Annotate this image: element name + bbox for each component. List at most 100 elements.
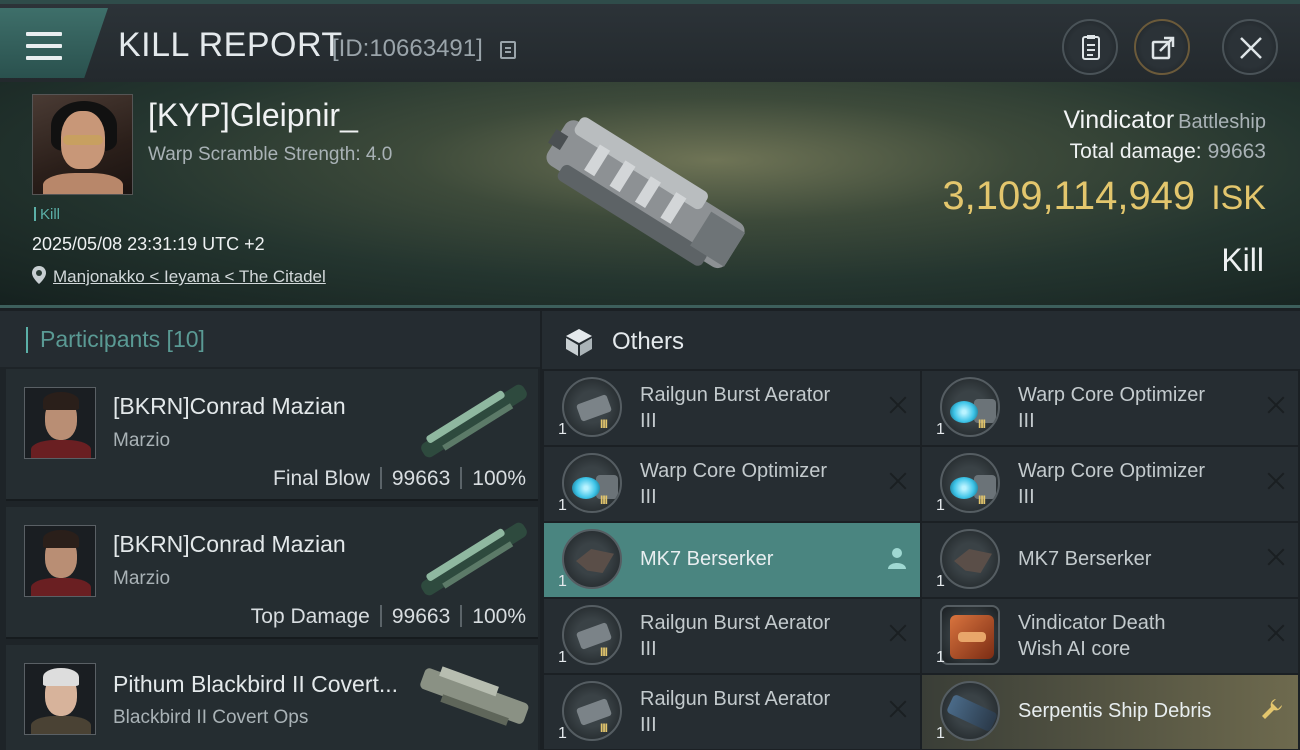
- participant-avatar: [24, 525, 96, 597]
- share-button[interactable]: [1134, 19, 1190, 75]
- participant-damage: 99663: [391, 467, 451, 490]
- item-quantity: 1: [558, 649, 567, 666]
- participant-row[interactable]: [BKRN]Conrad Mazian Marzio Final Blow 996…: [6, 369, 538, 501]
- item-tier: III: [978, 493, 986, 507]
- destroyed-x-icon: [888, 699, 908, 719]
- clipboard-button[interactable]: [1062, 19, 1118, 75]
- item-tier: III: [600, 417, 608, 431]
- item-slot[interactable]: 1 III Warp Core Optimizer III: [922, 371, 1298, 445]
- warp-core-icon: [940, 377, 1000, 437]
- participant-name: [BKRN]Conrad Mazian: [113, 393, 346, 419]
- victim-ship-image: [546, 117, 746, 269]
- item-quantity: 1: [558, 421, 567, 438]
- participant-percent: 100%: [472, 605, 526, 628]
- participants-tab[interactable]: Participants [10]: [0, 311, 540, 367]
- kill-banner: [KYP]Gleipnir_ Warp Scramble Strength: 4…: [0, 82, 1300, 308]
- kill-date: 2025/05/08 23:31:19 UTC +2: [32, 234, 265, 254]
- isk-value: 3,109,114,949 ISK: [942, 174, 1266, 219]
- others-panel: Others 1 III Railgun Burst Aerator III 1 …: [542, 311, 1300, 750]
- participant-corp: Blackbird II Covert Ops: [113, 707, 309, 728]
- share-icon: [1151, 36, 1175, 60]
- drone-icon: [940, 529, 1000, 589]
- participant-percent: 100%: [472, 467, 526, 490]
- total-damage: Total damage: 99663: [1070, 140, 1266, 164]
- participant-ship-image: [421, 384, 527, 458]
- participant-name: Pithum Blackbird II Covert...: [113, 671, 399, 697]
- participant-corp: Marzio: [113, 568, 171, 589]
- warp-scramble-strength: Warp Scramble Strength: 4.0: [148, 144, 393, 165]
- victim-name[interactable]: [KYP]Gleipnir_: [148, 97, 358, 134]
- close-button[interactable]: [1222, 19, 1278, 75]
- item-quantity: 1: [558, 573, 567, 590]
- menu-button[interactable]: [0, 8, 108, 78]
- warp-core-icon: [940, 453, 1000, 513]
- participant-ship-image: [420, 666, 529, 726]
- participant-row[interactable]: [BKRN]Conrad Mazian Marzio Top Damage 996…: [6, 507, 538, 639]
- item-slot-highlighted[interactable]: 1 Serpentis Ship Debris: [922, 675, 1298, 749]
- railgun-icon: [562, 605, 622, 665]
- warp-core-icon: [562, 453, 622, 513]
- item-slot[interactable]: 1 MK7 Berserker: [922, 523, 1298, 597]
- participant-name: [BKRN]Conrad Mazian: [113, 531, 346, 557]
- railgun-icon: [562, 377, 622, 437]
- destroyed-x-icon: [888, 623, 908, 643]
- item-quantity: 1: [936, 725, 945, 742]
- isk-amount: 3,109,114,949: [942, 174, 1196, 218]
- participant-row[interactable]: Pithum Blackbird II Covert... Blackbird …: [6, 645, 538, 750]
- others-title: Others: [612, 328, 685, 355]
- item-tier: III: [978, 417, 986, 431]
- ai-core-icon: [940, 605, 1000, 665]
- copy-icon[interactable]: [500, 41, 516, 59]
- item-name: MK7 Berserker: [640, 548, 774, 570]
- participant-avatar: [24, 387, 96, 459]
- wrench-icon: [1262, 699, 1282, 719]
- clipboard-icon: [1082, 35, 1100, 60]
- participant-damage: 99663: [391, 605, 451, 628]
- item-tier: III: [600, 721, 608, 735]
- item-slot[interactable]: 1 III Railgun Burst Aerator III: [544, 599, 920, 673]
- item-quantity: 1: [558, 725, 567, 742]
- item-slot[interactable]: 1 III Warp Core Optimizer III: [922, 447, 1298, 521]
- item-quantity: 1: [936, 421, 945, 438]
- item-name: MK7 Berserker: [1018, 548, 1152, 570]
- item-slot[interactable]: 1 III Railgun Burst Aerator III: [544, 371, 920, 445]
- participant-stats: Top Damage 99663 100%: [251, 605, 526, 629]
- others-header: Others: [542, 311, 1300, 369]
- header-bar: KILL REPORT [ID:10663491]: [0, 0, 1300, 82]
- kill-tag: Kill: [34, 206, 60, 223]
- participants-title: Participants [10]: [40, 326, 205, 352]
- item-slot[interactable]: 1 III Warp Core Optimizer III: [544, 447, 920, 521]
- destroyed-x-icon: [1266, 395, 1286, 415]
- participant-avatar: [24, 663, 96, 735]
- kill-result: Kill: [1221, 242, 1264, 278]
- close-icon: [1240, 37, 1262, 59]
- destroyed-x-icon: [1266, 623, 1286, 643]
- participant-stats: Final Blow 99663 100%: [273, 467, 526, 491]
- victim-avatar[interactable]: [32, 94, 133, 195]
- victim-ship: Vindicator Battleship: [1063, 106, 1266, 135]
- item-slot[interactable]: 1 Vindicator Death Wish AI core: [922, 599, 1298, 673]
- item-name: Serpentis Ship Debris: [1018, 700, 1212, 722]
- railgun-icon: [562, 681, 622, 741]
- destroyed-x-icon: [1266, 547, 1286, 567]
- item-quantity: 1: [558, 497, 567, 514]
- item-name: Railgun Burst Aerator III: [640, 384, 831, 432]
- item-slot-selected[interactable]: 1 MK7 Berserker: [544, 523, 920, 597]
- drone-icon: [562, 529, 622, 589]
- isk-unit: ISK: [1211, 179, 1266, 217]
- participants-panel: Participants [10] [BKRN]Conrad Mazian Ma…: [0, 311, 540, 750]
- item-quantity: 1: [936, 649, 945, 666]
- item-name: Railgun Burst Aerator III: [640, 688, 831, 736]
- item-name: Warp Core Optimizer III: [640, 460, 828, 508]
- location-link[interactable]: Manjonakko < Ieyama < The Citadel: [53, 267, 326, 287]
- ship-name: Vindicator: [1063, 106, 1175, 134]
- cube-icon: [566, 329, 592, 356]
- item-name: Vindicator Death Wish AI core: [1018, 612, 1166, 660]
- participant-role: Final Blow: [273, 467, 370, 490]
- location-pin-icon: [32, 266, 46, 284]
- item-slot[interactable]: 1 III Railgun Burst Aerator III: [544, 675, 920, 749]
- item-quantity: 1: [936, 497, 945, 514]
- destroyed-x-icon: [888, 471, 908, 491]
- item-name: Warp Core Optimizer III: [1018, 460, 1206, 508]
- destroyed-x-icon: [888, 395, 908, 415]
